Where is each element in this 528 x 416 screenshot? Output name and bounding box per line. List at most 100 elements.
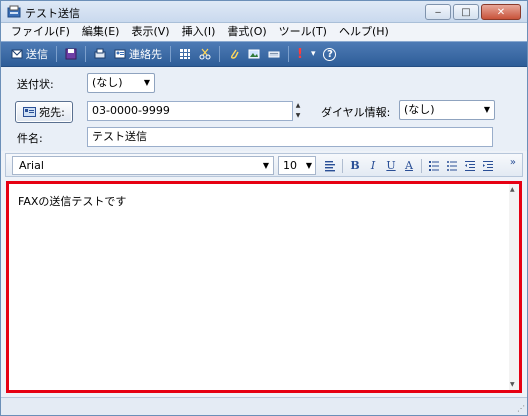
chevron-down-icon: ▼: [483, 105, 490, 114]
menu-file[interactable]: ファイル(F): [5, 23, 76, 41]
format-separator: [342, 158, 343, 173]
fax-app-icon: [7, 5, 21, 18]
scan-button[interactable]: [264, 43, 284, 65]
font-family-select[interactable]: Arial ▼: [12, 156, 274, 175]
dial-info-select[interactable]: (なし) ▼: [399, 100, 495, 120]
fax-compose-window: テスト送信 ‒ □ ✕ ファイル(F) 編集(E) 表示(V) 挿入(I) 書式…: [0, 0, 528, 416]
fax-header: 送付状: (なし) ▼ 宛先: 03-0000-9999 ▲ ▼ ダイヤル情報:…: [1, 67, 527, 151]
resize-grip-icon[interactable]: ⋰: [517, 404, 525, 413]
scissors-icon: [199, 48, 211, 60]
subject-label: 件名:: [17, 132, 43, 145]
window-controls: ‒ □ ✕: [425, 4, 521, 21]
dial-info-value: (なし): [404, 103, 435, 116]
attach-button[interactable]: [224, 43, 244, 65]
increase-indent-button[interactable]: [480, 157, 496, 175]
recipient-fax-field[interactable]: 03-0000-9999: [87, 101, 293, 121]
font-color-button[interactable]: A: [401, 157, 417, 175]
spelling-button[interactable]: [175, 43, 195, 65]
chevron-down-icon: ▼: [305, 161, 312, 170]
priority-button[interactable]: !: [293, 43, 307, 65]
message-body-editor[interactable]: FAXの送信テストです ▲ ▼: [6, 181, 522, 393]
close-button[interactable]: ✕: [481, 4, 521, 20]
bullet-list-icon: [447, 160, 457, 171]
scroll-up-icon[interactable]: ▲: [510, 186, 515, 193]
subject-value: テスト送信: [92, 130, 147, 143]
bold-button[interactable]: B: [347, 157, 363, 175]
menu-insert[interactable]: 挿入(I): [176, 23, 222, 41]
address-card-icon: [23, 107, 37, 117]
status-bar: ⋰: [1, 397, 527, 415]
send-button[interactable]: 送信: [7, 43, 52, 65]
italic-button[interactable]: I: [365, 157, 381, 175]
spin-down-icon: ▼: [295, 112, 301, 119]
image-icon: [248, 49, 260, 59]
contacts-button[interactable]: 連絡先: [110, 43, 166, 65]
recipient-spinner[interactable]: ▲ ▼: [293, 101, 303, 121]
send-label: 送信: [26, 48, 48, 61]
send-icon: [11, 49, 23, 59]
toolbar-separator: [170, 46, 171, 62]
title-bar[interactable]: テスト送信 ‒ □ ✕: [1, 1, 527, 23]
printer-icon: [94, 48, 106, 59]
underline-button[interactable]: U: [383, 157, 399, 175]
font-family-value: Arial: [19, 159, 44, 172]
subject-input[interactable]: テスト送信: [87, 127, 493, 147]
chevron-down-icon: ▾: [310, 49, 316, 59]
toolbar-separator: [85, 46, 86, 62]
font-size-select[interactable]: 10 ▼: [278, 156, 316, 175]
to-button[interactable]: 宛先:: [15, 101, 73, 123]
bullet-list-button[interactable]: [444, 157, 460, 175]
scanner-icon: [268, 51, 280, 58]
paragraph-style-button[interactable]: [322, 157, 338, 175]
menu-format[interactable]: 書式(O): [221, 23, 272, 41]
grid-icon: [180, 49, 190, 59]
to-button-label: 宛先:: [39, 106, 65, 119]
menu-help[interactable]: ヘルプ(H): [333, 23, 395, 41]
message-body-text: FAXの送信テストです: [18, 195, 127, 208]
chevron-down-icon: ▼: [143, 78, 150, 87]
minimize-button[interactable]: ‒: [425, 4, 451, 20]
save-button[interactable]: [61, 43, 81, 65]
outdent-icon: [465, 160, 475, 171]
exclamation-icon: !: [297, 46, 303, 62]
chevron-down-icon: ▼: [262, 161, 269, 170]
font-size-value: 10: [283, 159, 297, 172]
toolbar-separator: [56, 46, 57, 62]
window-title: テスト送信: [25, 7, 80, 20]
cut-button[interactable]: [195, 43, 215, 65]
format-toolbar: Arial ▼ 10 ▼ B I U A »: [5, 153, 523, 177]
toolbar-separator: [219, 46, 220, 62]
save-icon: [65, 48, 77, 60]
numbered-list-button[interactable]: [426, 157, 442, 175]
menu-edit[interactable]: 編集(E): [76, 23, 126, 41]
main-toolbar: 送信 連絡先 ! ▾ ?: [1, 41, 527, 67]
cover-page-label: 送付状:: [17, 78, 54, 91]
help-icon: ?: [323, 47, 337, 61]
body-scrollbar[interactable]: ▲ ▼: [509, 184, 519, 390]
paperclip-icon: [230, 49, 239, 59]
menu-view[interactable]: 表示(V): [125, 23, 175, 41]
spin-up-icon: ▲: [295, 102, 301, 109]
print-button[interactable]: [90, 43, 110, 65]
decrease-indent-button[interactable]: [462, 157, 478, 175]
scroll-down-icon[interactable]: ▼: [510, 381, 515, 388]
cover-page-select[interactable]: (なし) ▼: [87, 73, 155, 93]
insert-image-button[interactable]: [244, 43, 264, 65]
address-book-icon: [114, 49, 126, 59]
paragraph-style-icon: [325, 160, 335, 171]
format-buttons: B I U A: [322, 156, 496, 175]
toolbar-separator: [288, 46, 289, 62]
menu-tools[interactable]: ツール(T): [273, 23, 333, 41]
recipient-fax-value: 03-0000-9999: [92, 104, 170, 117]
maximize-button[interactable]: □: [453, 4, 479, 20]
dial-info-label: ダイヤル情報:: [321, 106, 391, 119]
indent-icon: [483, 160, 493, 171]
cover-page-value: (なし): [92, 76, 123, 89]
format-separator: [421, 158, 422, 173]
toolbar-overflow-icon[interactable]: »: [510, 157, 516, 168]
numbered-list-icon: [429, 160, 439, 171]
contacts-label: 連絡先: [129, 48, 162, 61]
priority-dropdown[interactable]: ▾: [307, 43, 320, 65]
menu-bar: ファイル(F) 編集(E) 表示(V) 挿入(I) 書式(O) ツール(T) ヘ…: [1, 23, 527, 41]
help-button[interactable]: ?: [319, 43, 340, 65]
